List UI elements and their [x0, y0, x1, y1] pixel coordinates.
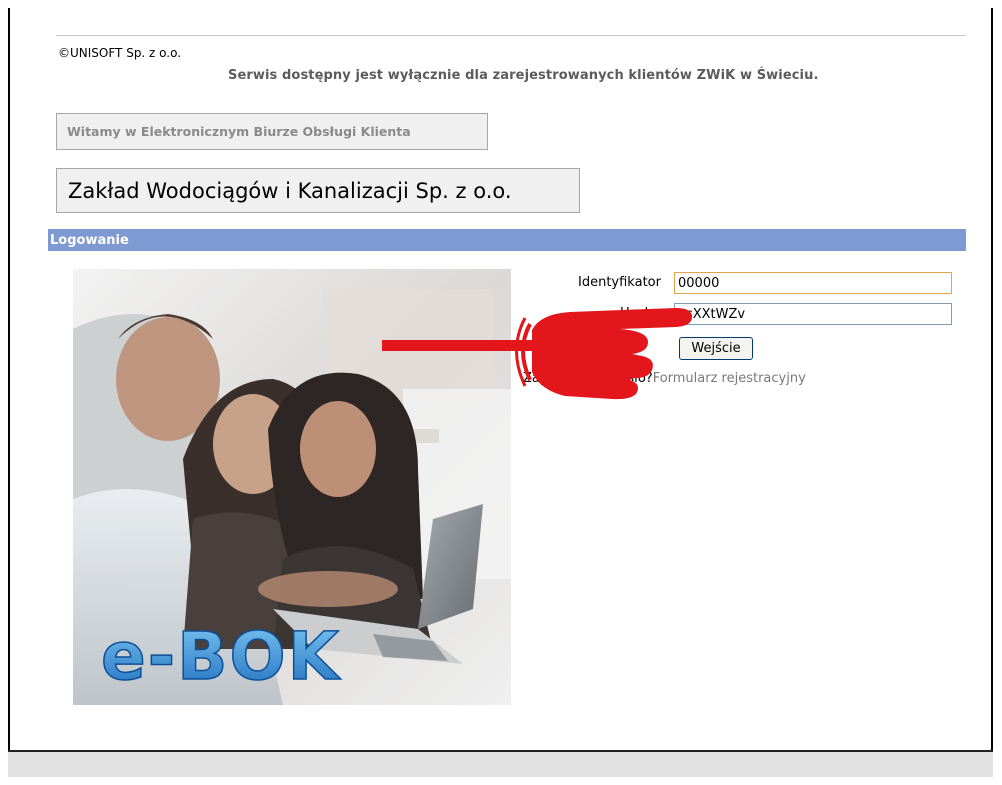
login-section-header: Logowanie [48, 229, 966, 251]
copyright-text: ©UNISOFT Sp. z o.o. [58, 46, 182, 60]
red-pointing-hand-icon [382, 308, 692, 400]
footer-bar [8, 752, 993, 777]
top-divider [56, 35, 966, 36]
company-banner: Zakład Wodociągów i Kanalizacji Sp. z o.… [56, 168, 580, 213]
welcome-text: Witamy w Elektronicznym Biurze Obsługi K… [67, 124, 411, 139]
identifier-input[interactable] [674, 272, 952, 294]
service-notice: Serwis dostępny jest wyłącznie dla zarej… [228, 68, 819, 83]
ebok-logo-text: e-BOK [101, 618, 342, 695]
identifier-label: Identyfikator [578, 275, 661, 290]
company-name: Zakład Wodociągów i Kanalizacji Sp. z o.… [68, 178, 512, 203]
login-section-title: Logowanie [50, 232, 129, 248]
welcome-banner: Witamy w Elektronicznym Biurze Obsługi K… [56, 113, 488, 150]
password-input[interactable] [674, 303, 952, 325]
